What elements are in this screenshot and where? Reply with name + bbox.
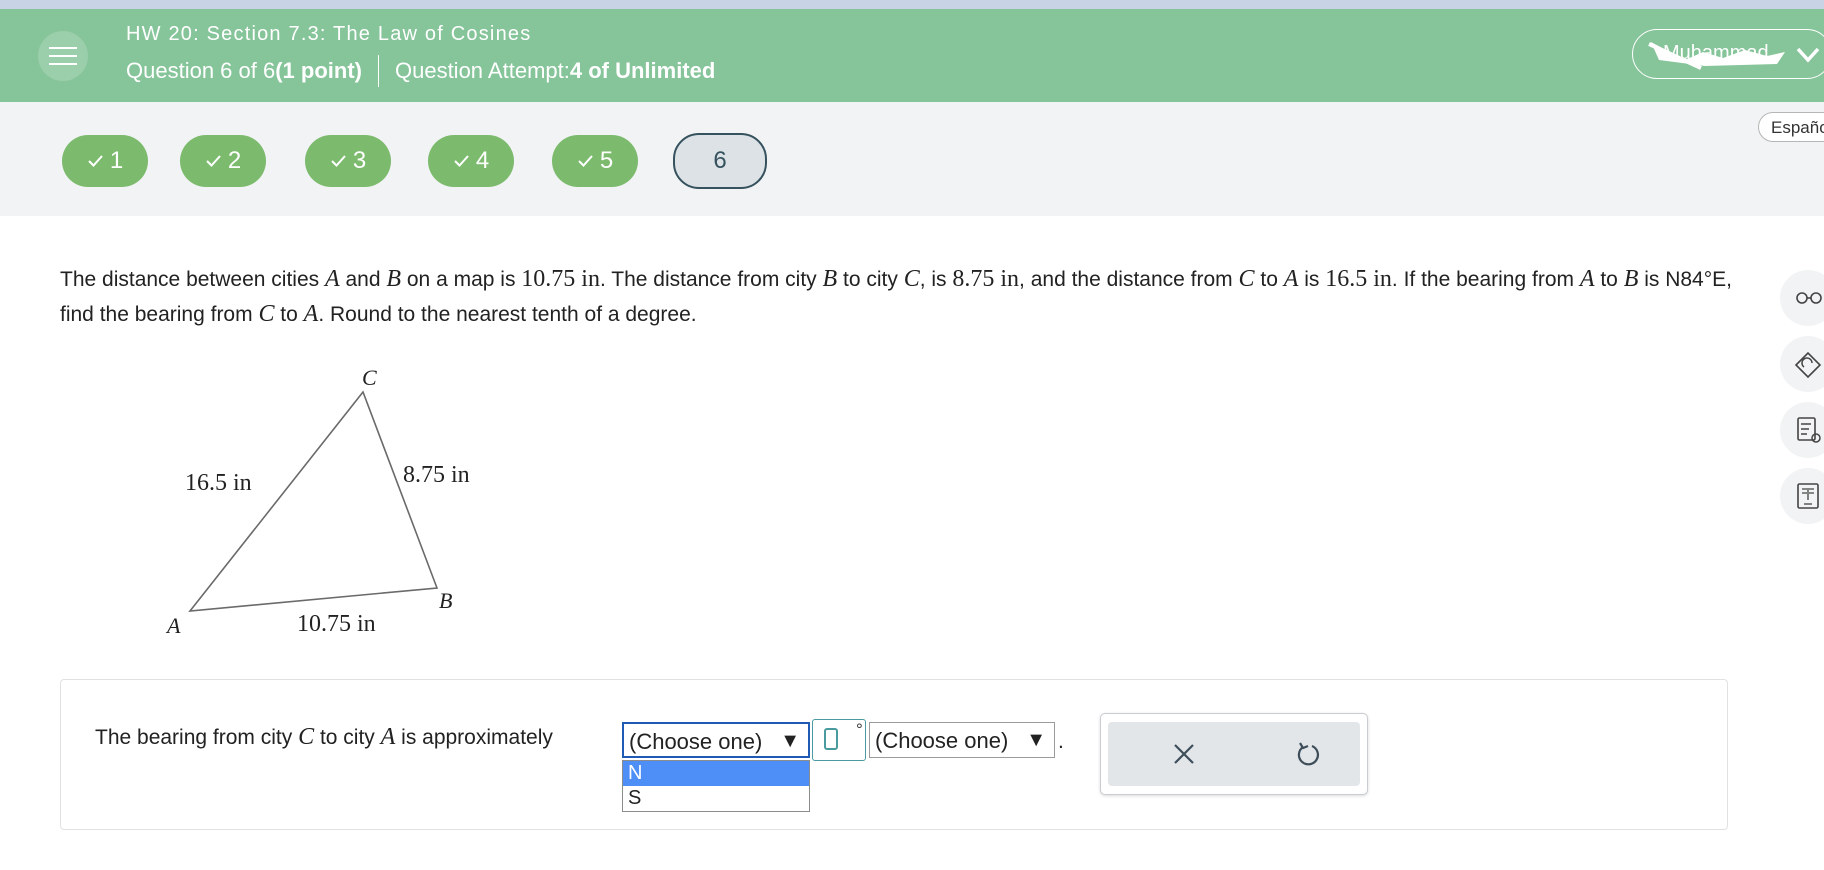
worksheet-search-icon[interactable] (1780, 402, 1824, 458)
degree-input[interactable]: ° (812, 719, 866, 761)
assignment-title: HW 20: Section 7.3: The Law of Cosines (126, 23, 532, 45)
triangle-shape (188, 390, 439, 612)
vertex-a-label: A (165, 613, 181, 638)
vertex-b-label: B (439, 588, 452, 613)
reset-answer-icon[interactable] (1292, 738, 1324, 770)
question-3-button[interactable]: 3 (305, 135, 391, 187)
check-icon (88, 155, 103, 167)
option-s[interactable]: S (623, 786, 809, 811)
check-icon (206, 155, 221, 167)
ebook-icon[interactable] (1780, 468, 1824, 524)
language-toggle-button[interactable]: Español (1758, 112, 1824, 142)
side-ab-label: 10.75 in (297, 611, 376, 637)
direction-ns-options: N S (622, 760, 810, 812)
question-info: Question 6 of 6 (1 point) Question Attem… (126, 55, 715, 87)
header-divider (377, 55, 379, 87)
check-icon (578, 155, 593, 167)
check-icon (454, 155, 469, 167)
direction-ew-value: (Choose one) (875, 728, 1009, 753)
redaction-scribble-icon (1648, 42, 1785, 70)
answer-actions (1100, 713, 1368, 795)
attempt-label: Question Attempt: (394, 58, 570, 83)
hint-tag-icon[interactable] (1780, 336, 1824, 392)
answer-prompt: The bearing from city C to city A is app… (95, 724, 553, 750)
assignment-header: HW 20: Section 7.3: The Law of Cosines Q… (0, 9, 1824, 102)
question-1-label: 1 (109, 147, 124, 174)
reading-glasses-icon[interactable] (1780, 270, 1824, 326)
question-navigation: 1 2 3 4 5 6 (0, 102, 1824, 216)
side-ca-label: 16.5 in (185, 470, 252, 496)
attempt-value: 4 of Unlimited (569, 58, 716, 83)
triangle-diagram: C A B 16.5 in 8.75 in 10.75 in (165, 365, 470, 638)
input-cursor-box (824, 728, 838, 750)
answer-actions-bar (1108, 722, 1360, 786)
dropdown-arrow-icon: ▼ (1026, 729, 1046, 751)
answer-area: The bearing from city C to city A is app… (60, 679, 1728, 830)
user-menu-button[interactable]: Muhammad (1632, 29, 1824, 79)
question-5-label: 5 (599, 147, 614, 174)
question-4-label: 4 (475, 147, 490, 174)
direction-ns-dropdown[interactable]: (Choose one) ▼ (622, 722, 810, 758)
question-number: Question 6 of 6 (126, 58, 276, 83)
check-icon (331, 155, 346, 167)
question-6-label: 6 (713, 147, 727, 174)
question-points: (1 point) (275, 58, 362, 83)
question-2-label: 2 (227, 147, 242, 174)
menu-icon[interactable] (38, 31, 88, 81)
dropdown-arrow-icon: ▼ (780, 730, 800, 752)
side-bc-label: 8.75 in (403, 462, 470, 488)
degree-symbol: ° (856, 720, 863, 739)
clear-answer-icon[interactable] (1168, 738, 1200, 770)
question-3-label: 3 (352, 147, 367, 174)
option-n[interactable]: N (623, 761, 809, 786)
question-4-button[interactable]: 4 (428, 135, 514, 187)
question-1-button[interactable]: 1 (62, 135, 148, 187)
question-2-button[interactable]: 2 (180, 135, 266, 187)
vertex-c-label: C (362, 365, 377, 390)
chevron-down-icon (1796, 47, 1820, 63)
direction-ns-value: (Choose one) (629, 729, 763, 754)
question-text: The distance between cities A and B on a… (60, 266, 1732, 327)
answer-period: . (1058, 730, 1064, 753)
question-5-button[interactable]: 5 (552, 135, 638, 187)
window-top-strip (0, 0, 1824, 9)
direction-ew-dropdown[interactable]: (Choose one) ▼ (869, 722, 1055, 758)
question-6-button[interactable]: 6 (673, 133, 767, 189)
